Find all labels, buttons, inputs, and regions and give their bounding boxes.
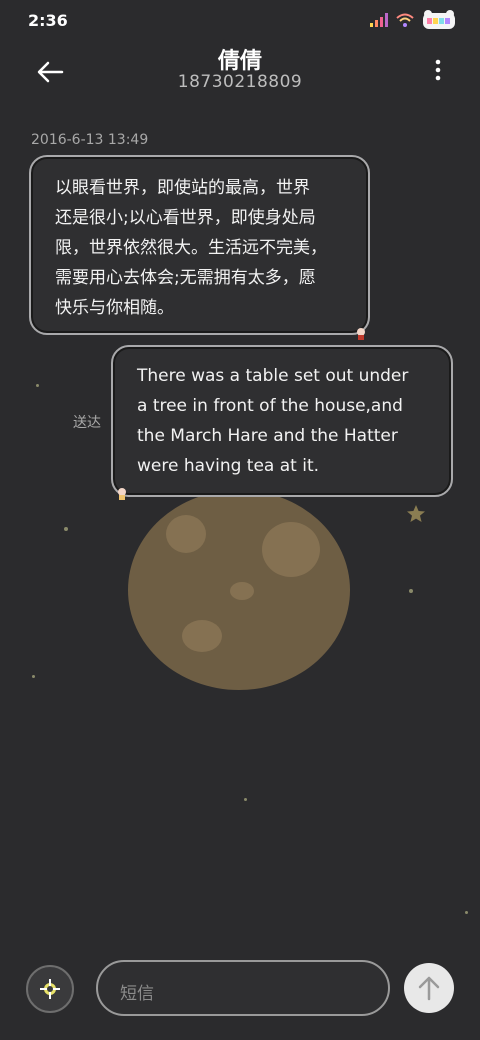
status-time: 2:36 xyxy=(28,11,68,30)
add-attachment-button[interactable] xyxy=(26,965,74,1013)
battery-icon xyxy=(423,10,455,29)
message-input[interactable]: 短信 xyxy=(96,960,390,1016)
more-vertical-icon[interactable] xyxy=(434,58,442,82)
message-timestamp: 2016-6-13 13:49 xyxy=(31,132,149,148)
incoming-message-bubble[interactable]: 以眼看世界，即使站的最高，世界 还是很小;以心看世界，即使身处局 限，世界依然很… xyxy=(29,155,370,340)
status-icons xyxy=(370,10,456,30)
composer-bar: 短信 xyxy=(0,955,480,1025)
avatar-sticker-icon xyxy=(357,328,365,340)
avatar-sticker-icon xyxy=(118,488,126,500)
star-icon xyxy=(407,505,425,522)
wifi-icon xyxy=(396,13,414,27)
message-input-placeholder: 短信 xyxy=(120,984,154,1004)
moon-illustration xyxy=(128,490,350,690)
message-text: There was a table set out under a tree i… xyxy=(137,366,409,476)
arrow-up-icon xyxy=(418,976,440,1001)
delivery-status: 送达 xyxy=(73,415,101,431)
send-button[interactable] xyxy=(404,963,454,1013)
status-bar: 2:36 xyxy=(0,0,480,40)
signal-icon xyxy=(370,13,388,27)
contact-phone-number: 18730218809 xyxy=(177,72,303,92)
conversation-header: 倩倩 18730218809 xyxy=(0,40,480,110)
contact-name: 倩倩 xyxy=(217,49,262,74)
outgoing-message-bubble[interactable]: There was a table set out under a tree i… xyxy=(111,345,453,500)
add-attachment-icon xyxy=(40,979,60,999)
message-text: 以眼看世界，即使站的最高，世界 还是很小;以心看世界，即使身处局 限，世界依然很… xyxy=(55,178,327,318)
